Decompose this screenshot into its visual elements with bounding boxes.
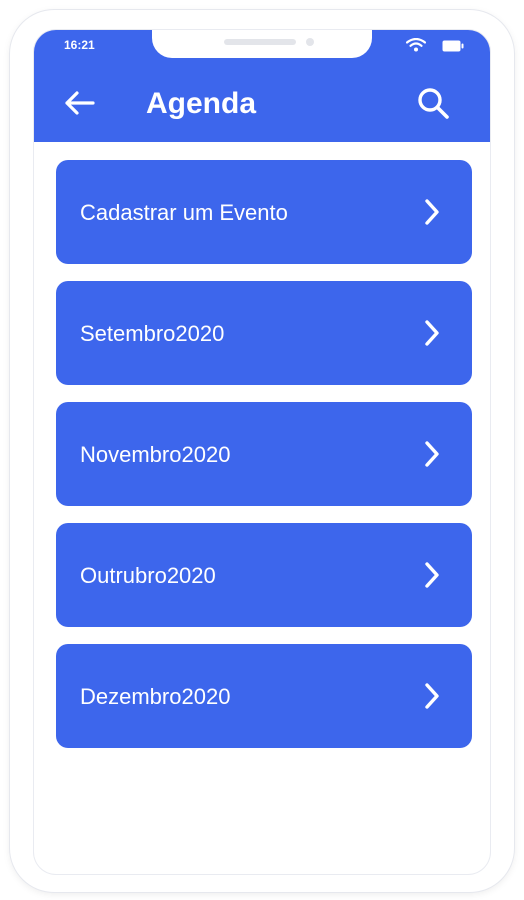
chevron-right-icon [420,561,444,589]
chevron-right-icon [420,319,444,347]
device-notch [152,30,372,58]
menu-item-label: Cadastrar um Evento [80,200,288,225]
status-icons [405,37,464,57]
phone-frame: 16:21 Agenda Cadastrar um Evento Setembr… [10,10,514,892]
search-button[interactable] [414,86,452,124]
wifi-icon [405,37,427,57]
back-button[interactable] [62,88,96,122]
menu-item-label: Outrubro2020 [80,563,216,588]
app-bar: 16:21 Agenda [34,30,490,142]
chevron-right-icon [420,440,444,468]
header: Agenda [34,82,490,126]
menu-item-setembro2020[interactable]: Setembro2020 [56,281,472,385]
menu-item-label: Novembro2020 [80,442,231,467]
page-title: Agenda [146,87,257,120]
arrow-left-icon [63,90,95,121]
status-time: 16:21 [64,38,95,52]
agenda-menu-list: Cadastrar um Evento Setembro2020 Novembr… [56,160,472,765]
front-camera [306,38,314,46]
chevron-right-icon [420,682,444,710]
battery-icon [442,39,464,57]
speaker-grille [224,39,296,45]
menu-item-cadastrar-evento[interactable]: Cadastrar um Evento [56,160,472,264]
menu-item-dezembro2020[interactable]: Dezembro2020 [56,644,472,748]
menu-item-label: Setembro2020 [80,321,225,346]
menu-item-outrubro2020[interactable]: Outrubro2020 [56,523,472,627]
menu-item-label: Dezembro2020 [80,684,231,709]
menu-item-novembro2020[interactable]: Novembro2020 [56,402,472,506]
search-icon [416,86,450,125]
app-screen: 16:21 Agenda Cadastrar um Evento Setembr… [34,30,490,874]
chevron-right-icon [420,198,444,226]
